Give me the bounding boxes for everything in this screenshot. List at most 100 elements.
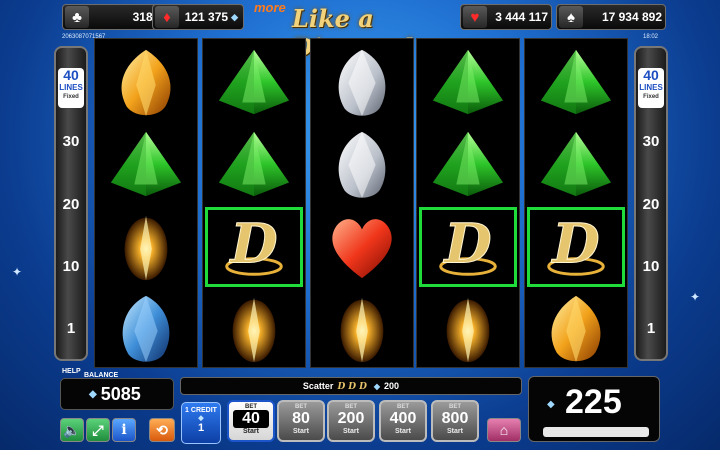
gamble-button[interactable]: ⟲ [149, 418, 175, 442]
bet-value: 80 [292, 410, 310, 427]
sound-button[interactable]: 🔈 [60, 418, 84, 442]
reel-symbol [419, 125, 517, 205]
gem-icon: ◆ [547, 399, 555, 410]
gold-glow-icon [340, 297, 384, 363]
line-marker: 30 [642, 133, 660, 150]
home-icon: ⌂ [499, 422, 509, 438]
win-display: ◆ 225 [528, 376, 660, 442]
balance-display: ◆ 5085 [60, 378, 174, 410]
lines-indicator-left: 40 LINES Fixed 30 20 10 1 [54, 46, 88, 361]
svg-text:D: D [228, 212, 277, 276]
reel-symbol [527, 289, 625, 369]
bet-value: 200 [337, 410, 365, 427]
scatter-d-icon: D [359, 381, 367, 392]
bet-value: 800 [441, 410, 469, 427]
jackpot-diamond: ♦ 121 375 ◆ [152, 4, 244, 30]
reel-symbol [313, 125, 411, 205]
line-marker: 20 [62, 196, 80, 213]
blue-diamond-icon [122, 295, 170, 363]
home-button[interactable]: ⌂ [487, 418, 521, 442]
scatter-d-icon: D [225, 211, 283, 276]
reel-3 [310, 38, 414, 368]
heart-icon: ♥ [463, 6, 487, 28]
credit-value: 1 [197, 422, 205, 434]
reel-5: D [524, 38, 628, 368]
reel-symbol [97, 289, 195, 369]
bet-start-label: Start [343, 428, 359, 435]
green-emerald-icon [540, 49, 612, 115]
green-emerald-icon [110, 131, 182, 197]
expand-icon: ⤢ [92, 421, 104, 438]
reel-symbol [419, 43, 517, 123]
scatter-label: Scatter [302, 381, 334, 391]
bet-start-label: Start [243, 428, 259, 435]
reel-symbol [205, 125, 303, 205]
bet-start-label: Start [395, 428, 411, 435]
jackpot-value: 17 934 892 [601, 10, 662, 24]
bet-button-800[interactable]: BET 800 Start [431, 400, 479, 442]
info-icon: i [121, 422, 127, 438]
gold-glow-icon [232, 297, 276, 363]
jackpot-bar: ♣ 318 907 ♦ 121 375 ◆ more Like a Diamon… [0, 0, 720, 62]
reel-symbol: D [419, 207, 517, 287]
scatter-info: Scatter DDD ◆ 200 [180, 377, 522, 395]
reel-2: D [202, 38, 306, 368]
green-emerald-icon [218, 49, 290, 115]
bet-start-label: Start [293, 428, 309, 435]
lines-badge: 40 LINES Fixed [638, 68, 664, 108]
reel-symbol [527, 43, 625, 123]
win-progress-bar [543, 427, 649, 437]
reel-symbol [527, 125, 625, 205]
club-icon: ♣ [65, 6, 89, 28]
line-marker: 30 [62, 133, 80, 150]
green-emerald-icon [218, 131, 290, 197]
logo-more: more [254, 0, 286, 15]
jackpot-value: 121 375 [184, 10, 229, 24]
yellow-diamond-icon [121, 49, 171, 117]
bet-button-80[interactable]: BET 80 Start [277, 400, 325, 442]
gem-icon: ◆ [198, 415, 204, 422]
reel-symbol [205, 43, 303, 123]
line-marker: 1 [66, 320, 76, 337]
game-logo: more Like a Diamond [250, 0, 470, 62]
bet-button-200[interactable]: BET 200 Start [327, 400, 375, 442]
jackpot-value: 3 444 117 [495, 10, 548, 24]
green-emerald-icon [540, 131, 612, 197]
jackpot-heart: ♥ 3 444 117 [460, 4, 552, 30]
lines-count: 40 [63, 67, 79, 83]
win-amount: 225 [565, 383, 622, 421]
bet-button-400[interactable]: BET 400 Start [379, 400, 427, 442]
reel-symbol [313, 43, 411, 123]
line-marker: 1 [646, 320, 656, 337]
scatter-d-icon: D [348, 381, 357, 392]
scatter-d-icon: D [439, 211, 497, 276]
gem-icon: ◆ [89, 388, 97, 400]
reel-symbol [313, 289, 411, 369]
bet-value: 40 [233, 410, 269, 428]
diamond-suit-icon: ♦ [155, 6, 179, 28]
white-diamond-icon [338, 49, 386, 117]
yellow-diamond-icon [551, 295, 601, 363]
reel-symbol: D [205, 207, 303, 287]
gold-glow-icon [124, 215, 168, 281]
fullscreen-button[interactable]: ⤢ [86, 418, 110, 442]
spade-icon: ♠ [559, 6, 583, 28]
lines-mode: Fixed [643, 94, 659, 100]
balance-value: 5085 [100, 383, 141, 404]
credit-selector[interactable]: 1 CREDIT ◆ 1 [181, 402, 221, 444]
lines-label: LINES [59, 83, 83, 92]
gem-icon: ◆ [373, 381, 381, 391]
line-marker: 10 [642, 258, 660, 275]
reel-symbol [205, 289, 303, 369]
reel-symbol [97, 43, 195, 123]
jackpot-spade: ♠ 17 934 892 [556, 4, 666, 30]
lines-mode: Fixed [63, 94, 79, 100]
help-label: HELP [62, 368, 81, 375]
line-marker: 10 [62, 258, 80, 275]
info-button[interactable]: i [112, 418, 136, 442]
reel-1 [94, 38, 198, 368]
line-marker: 20 [642, 196, 660, 213]
bet-button-40[interactable]: BET 40 Start [227, 400, 275, 442]
scatter-d-icon: D [337, 381, 346, 392]
reel-symbol: D [527, 207, 625, 287]
